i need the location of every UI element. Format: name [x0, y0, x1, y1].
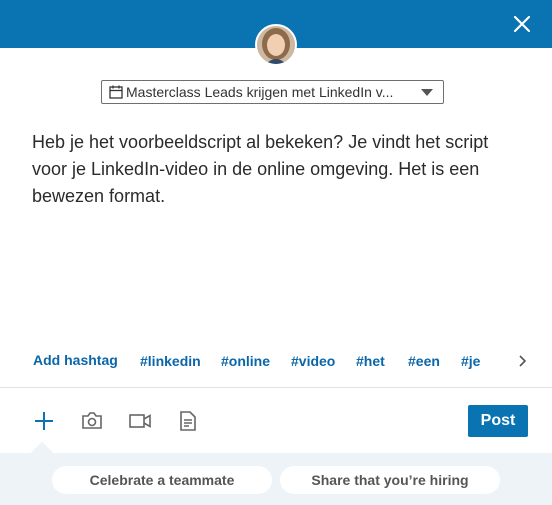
calendar-icon — [109, 85, 123, 99]
audience-dropdown[interactable]: Masterclass Leads krijgen met LinkedIn v… — [101, 80, 444, 104]
hashtag-suggestion[interactable]: #je — [461, 353, 480, 369]
audience-label: Masterclass Leads krijgen met LinkedIn v… — [126, 84, 394, 100]
chevron-right-icon[interactable] — [516, 354, 528, 368]
camera-icon — [82, 412, 102, 429]
video-icon — [129, 414, 151, 428]
post-textarea[interactable]: Heb je het voorbeeldscript al bekeken? J… — [32, 129, 522, 210]
hashtag-suggestion[interactable]: #het — [356, 353, 385, 369]
close-button[interactable] — [512, 14, 532, 34]
prompt-panel: Celebrate a teammate Share that you’re h… — [0, 441, 552, 505]
hashtag-suggestions: Add hashtag #linkedin #online #video #he… — [33, 352, 533, 372]
share-hiring-button[interactable]: Share that you’re hiring — [280, 466, 500, 494]
document-icon — [180, 411, 196, 431]
panel-pointer — [30, 441, 54, 465]
hashtag-suggestion[interactable]: #video — [291, 353, 335, 369]
add-photo-button[interactable] — [80, 410, 104, 432]
plus-icon — [35, 412, 53, 430]
hashtag-suggestion[interactable]: #een — [408, 353, 440, 369]
add-content-button[interactable] — [32, 410, 56, 432]
avatar — [255, 24, 297, 66]
close-icon — [513, 15, 531, 33]
add-hashtag-button[interactable]: Add hashtag — [33, 352, 118, 368]
hashtag-suggestion[interactable]: #online — [221, 353, 270, 369]
add-video-button[interactable] — [128, 410, 152, 432]
add-document-button[interactable] — [176, 410, 200, 432]
divider — [0, 387, 552, 388]
celebrate-teammate-button[interactable]: Celebrate a teammate — [52, 466, 272, 494]
post-button[interactable]: Post — [468, 405, 528, 437]
hashtag-suggestion[interactable]: #linkedin — [140, 353, 201, 369]
chevron-down-icon — [421, 89, 433, 96]
